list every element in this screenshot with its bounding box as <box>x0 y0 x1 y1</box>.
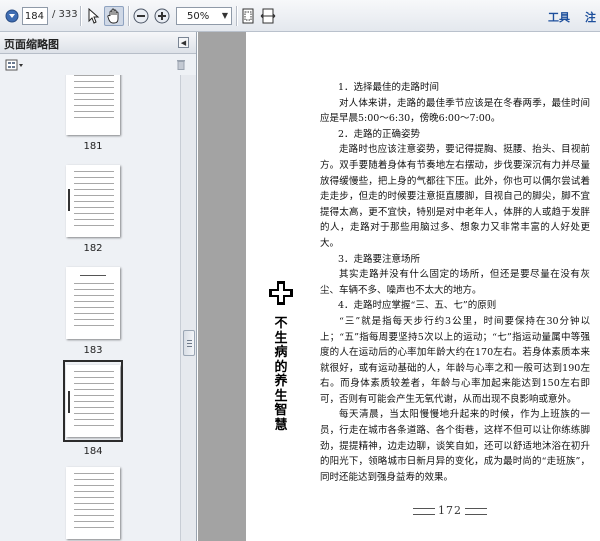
thumbnail-list: 181 182 183 184 <box>0 75 180 541</box>
paragraph: “三”就是指每天步行约3公里，时间要保持在30分钟以上；“五”指每周要坚持5次以… <box>320 315 590 405</box>
thumbnail-page[interactable] <box>66 467 120 539</box>
toolbar: 184 / 333 50% ▼ 工具 注 <box>0 0 600 32</box>
fit-width-icon[interactable] <box>258 6 278 26</box>
tools-menu[interactable]: 工具 <box>548 9 570 25</box>
section-heading: 1．选择最佳的走路时间 <box>338 82 440 93</box>
zoom-select[interactable]: 50% ▼ <box>176 7 232 25</box>
panel-title: 页面缩略图 <box>4 38 59 51</box>
panel-toolbar <box>0 55 196 75</box>
thumbnail-page[interactable] <box>66 75 120 135</box>
thumbnail-label: 181 <box>83 141 103 152</box>
fit-page-icon[interactable] <box>238 6 258 26</box>
paragraph: 其实走路并没有什么固定的场所，但还是要尽量在没有灰尘、车辆不多、噪声也不太大的地… <box>320 269 590 296</box>
current-page-input[interactable]: 184 <box>22 7 48 25</box>
side-running-head: 不生病的养生智慧 <box>268 280 294 433</box>
zoom-in-icon[interactable] <box>152 6 172 26</box>
zoom-value: 50% <box>187 10 210 22</box>
paragraph: 对人体来讲，走路的最佳季节应该是在冬春两季，最佳时间应是早晨5:00～6:30，… <box>320 97 590 125</box>
page-down-icon[interactable] <box>2 6 22 26</box>
section-heading: 3．走路要注意场所 <box>338 253 421 265</box>
thumbnail-options-icon <box>5 59 23 70</box>
document-viewport[interactable]: 1．选择最佳的走路时间对人体来讲，走路的最佳季节应该是在冬春两季，最佳时间应是早… <box>198 32 600 541</box>
thumbnail-label: 183 <box>83 345 103 356</box>
thumbnail-scrollbar[interactable] <box>180 75 196 541</box>
thumbnail-panel: 页面缩略图 ◀ 181 182 183 184 <box>0 32 197 541</box>
book-title-vertical: 不生病的养生智慧 <box>274 316 288 433</box>
page-number-value: 172 <box>438 504 462 517</box>
select-arrow-icon[interactable] <box>83 6 103 26</box>
page-total: / 333 <box>52 9 78 20</box>
comment-menu[interactable]: 注 <box>585 9 596 25</box>
paragraph: 走路时也应该注意姿势，要记得提胸、挺腰、抬头、目视前方。双手要随着身体有节奏地左… <box>320 144 590 249</box>
page-number: 172 <box>410 504 490 517</box>
document-page: 1．选择最佳的走路时间对人体来讲，走路的最佳季节应该是在冬春两季，最佳时间应是早… <box>246 32 600 541</box>
hand-icon[interactable] <box>104 6 124 26</box>
scrollbar-thumb[interactable] <box>183 330 195 356</box>
paragraph: 每天清晨，当太阳慢慢地升起来的时候，作为上班族的一员，行走在城市各条道路、各个街… <box>320 409 590 483</box>
thumbnail-label: 182 <box>83 243 103 254</box>
panel-header: 页面缩略图 ◀ <box>0 32 196 54</box>
chevron-down-icon: ▼ <box>221 11 228 20</box>
section-heading: 2．走路的正确姿势 <box>338 128 421 140</box>
thumbnail-page[interactable] <box>66 165 120 237</box>
thumbnail-page[interactable] <box>66 267 120 339</box>
thumbnail-selection <box>63 360 123 442</box>
section-heading: 4．走路时应掌握“三、五、七”的原则 <box>338 300 497 312</box>
thumbnail-options-button[interactable] <box>5 58 25 71</box>
trash-icon[interactable] <box>176 58 186 70</box>
zoom-out-icon[interactable] <box>131 6 151 26</box>
collapse-panel-button[interactable]: ◀ <box>178 37 189 48</box>
thumbnail-label: 184 <box>83 446 103 457</box>
page-body-text: 1．选择最佳的走路时间对人体来讲，走路的最佳季节应该是在冬春两季，最佳时间应是早… <box>320 80 590 485</box>
cross-logo-icon <box>269 281 293 305</box>
